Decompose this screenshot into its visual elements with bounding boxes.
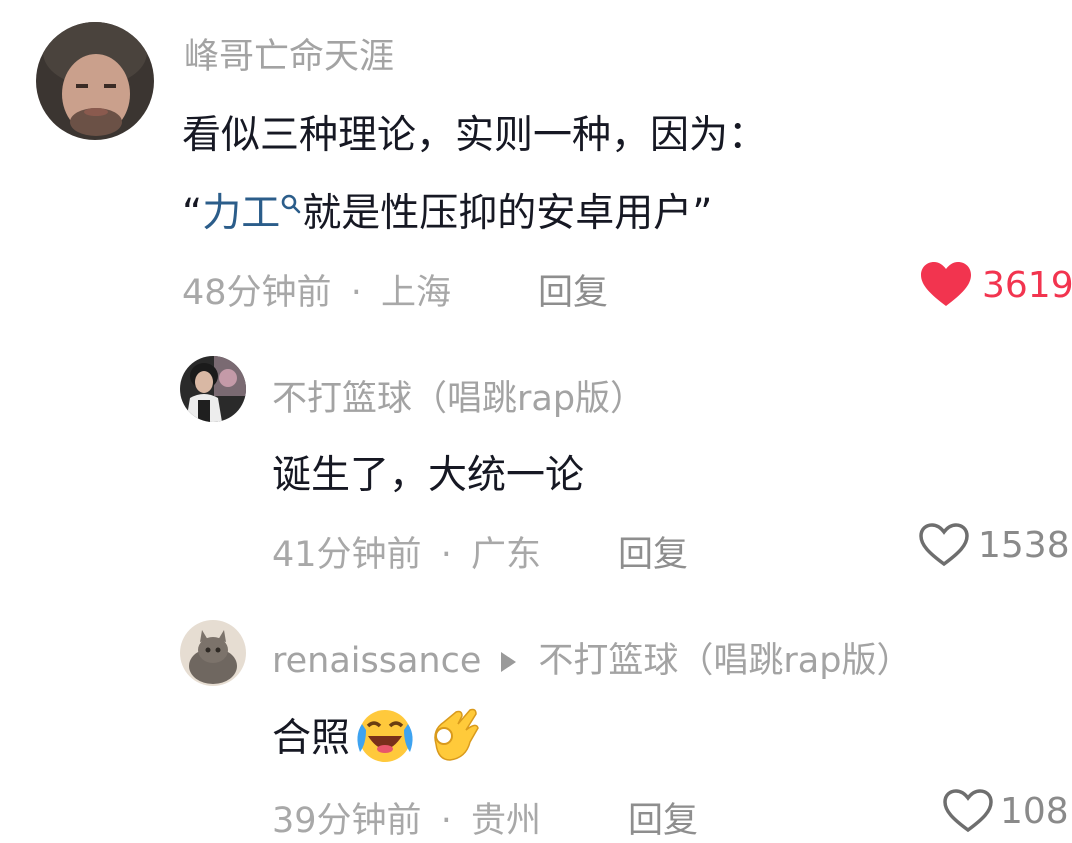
reply-button[interactable]: 回复 [538,264,608,315]
timestamp: 48分钟前 [182,273,332,313]
like-count: 3619 [982,264,1072,306]
comment-meta: 41分钟前 · 广东 [272,526,541,577]
like-button[interactable]: 1538 [918,522,1070,568]
comment-text-line-1: 看似三种理论，实则一种，因为： [182,113,768,158]
search-link[interactable]: 力工 [202,191,280,236]
like-count: 1538 [978,524,1070,566]
reply-header: renaissance 不打篮球（唱跳rap版） [272,632,911,683]
open-quote: “ [182,191,203,236]
location: 上海 [380,273,451,313]
heart-outline-icon [942,788,994,834]
comment-text-rest: 就是性压抑的安卓用户” [302,191,713,236]
reply-button[interactable]: 回复 [628,792,698,843]
location: 贵州 [470,801,541,841]
avatar[interactable] [180,356,246,422]
username[interactable]: 峰哥亡命天涯 [184,28,394,79]
username[interactable]: renaissance [272,641,481,681]
reply-arrow-icon [501,652,517,672]
reply-to-username[interactable]: 不打篮球（唱跳rap版） [538,641,911,681]
comment-meta: 48分钟前 · 上海 [182,264,451,315]
separator-dot: · [350,273,362,313]
laughing-crying-emoji-icon [352,704,418,766]
location: 广东 [470,535,541,575]
comment-meta: 39分钟前 · 贵州 [272,792,541,843]
comment-text-line-2: “力工 就是性压抑的安卓用户” [182,182,712,238]
comment-item: 峰哥亡命天涯 看似三种理论，实则一种，因为： “力工 就是性压抑的安卓用户” 48… [0,0,1072,330]
separator-dot: · [440,801,452,841]
reply-comment-item: renaissance 不打篮球（唱跳rap版） 合照 39分钟前 · 贵州 回… [0,600,1072,843]
comment-text: 合照 [272,704,484,766]
reply-button[interactable]: 回复 [618,526,688,577]
timestamp: 41分钟前 [272,535,422,575]
heart-filled-icon [920,262,972,308]
comment-text-body: 合照 [272,716,351,761]
ok-hand-emoji-icon [422,704,484,766]
like-button[interactable]: 108 [942,788,1069,834]
separator-dot: · [440,535,452,575]
like-count: 108 [1000,790,1069,832]
heart-outline-icon [918,522,970,568]
reply-comment-item: 不打篮球（唱跳rap版） 诞生了，大统一论 41分钟前 · 广东 回复 1538 [0,330,1072,600]
avatar[interactable] [36,22,154,140]
comment-text: 诞生了，大统一论 [272,453,585,498]
avatar[interactable] [180,620,246,686]
like-button[interactable]: 3619 [920,262,1072,308]
timestamp: 39分钟前 [272,801,422,841]
search-icon[interactable] [280,182,302,227]
username[interactable]: 不打篮球（唱跳rap版） [272,370,645,421]
